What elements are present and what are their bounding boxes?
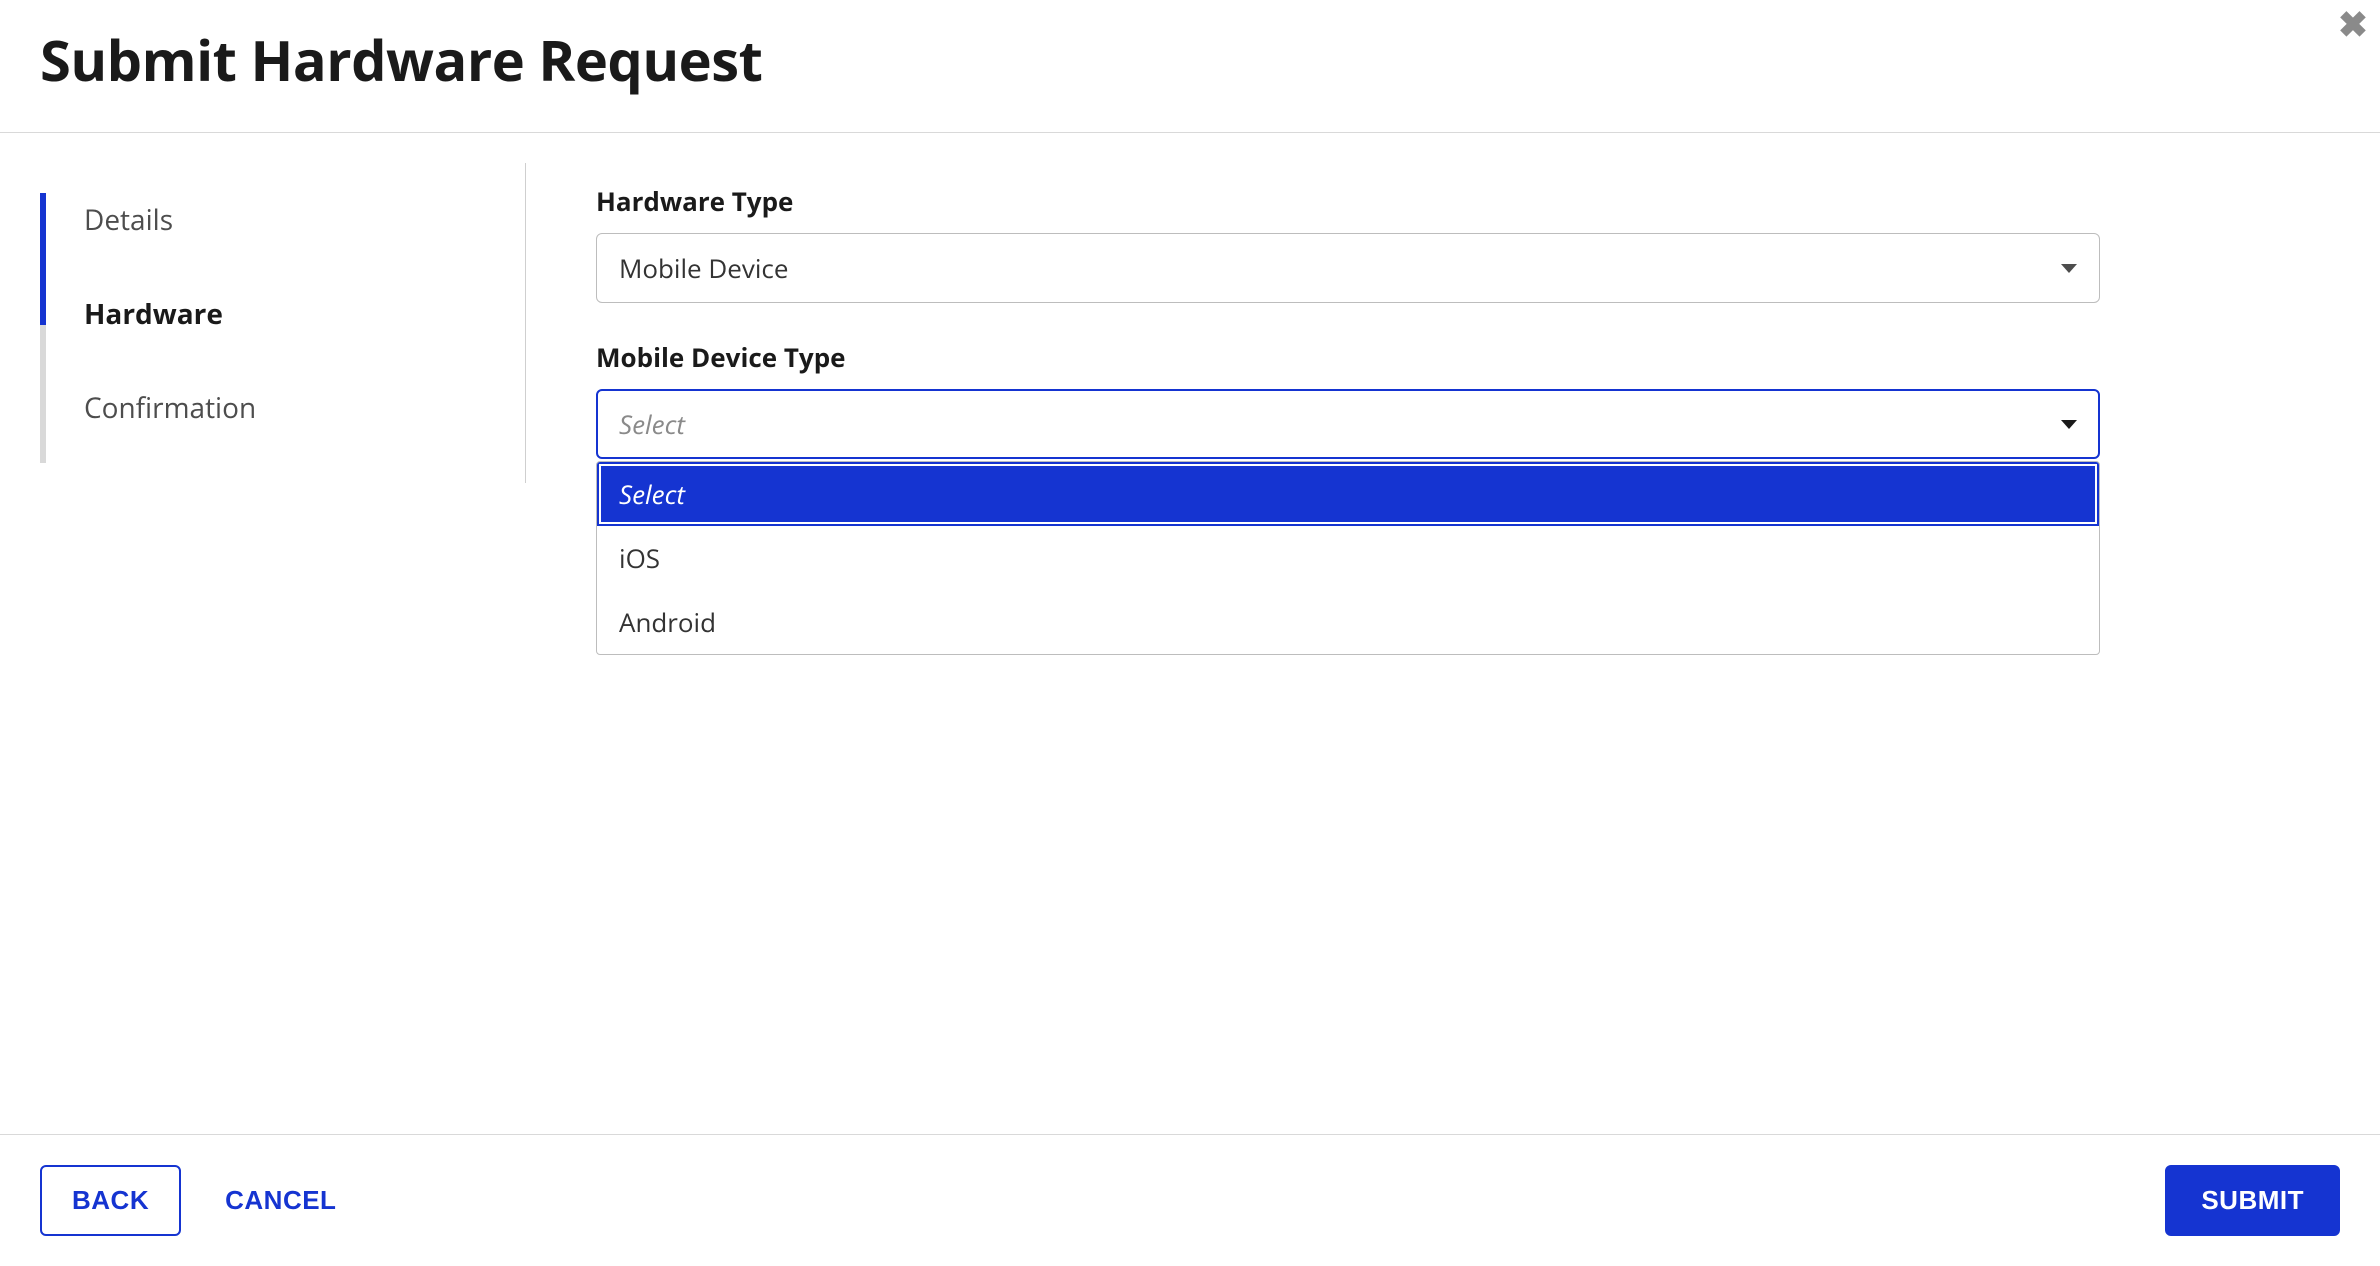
dropdown-option-ios[interactable]: iOS	[597, 526, 2099, 590]
hardware-type-field: Hardware Type Mobile Device	[596, 183, 2100, 303]
wizard-step-confirmation[interactable]: Confirmation	[84, 361, 525, 455]
wizard-step-details[interactable]: Details	[84, 173, 525, 267]
wizard-steps-sidebar: Details Hardware Confirmation	[0, 133, 525, 1134]
mobile-device-type-dropdown: Select iOS Android	[596, 461, 2100, 655]
mobile-device-type-field: Mobile Device Type Select Select iOS And…	[596, 339, 2100, 459]
back-button[interactable]: BACK	[40, 1165, 181, 1236]
hardware-type-label: Hardware Type	[596, 183, 2100, 219]
mobile-device-type-placeholder: Select	[619, 406, 685, 442]
close-icon[interactable]: ✖	[2338, 6, 2368, 42]
wizard-step-hardware[interactable]: Hardware	[84, 267, 525, 361]
wizard-progress-fill	[40, 193, 46, 325]
hardware-type-value: Mobile Device	[619, 250, 788, 286]
form-area: Hardware Type Mobile Device Mobile Devic…	[526, 133, 2380, 1134]
page-title: Submit Hardware Request	[40, 22, 2340, 98]
dropdown-option-android[interactable]: Android	[597, 590, 2099, 654]
hardware-type-select[interactable]: Mobile Device	[596, 233, 2100, 303]
chevron-down-icon	[2061, 264, 2077, 273]
main-content: Details Hardware Confirmation Hardware T…	[0, 133, 2380, 1134]
chevron-down-icon	[2061, 420, 2077, 429]
dialog-header: Submit Hardware Request ✖	[0, 0, 2380, 133]
mobile-device-type-label: Mobile Device Type	[596, 339, 2100, 375]
mobile-device-type-select[interactable]: Select	[596, 389, 2100, 459]
cancel-button[interactable]: CANCEL	[217, 1167, 344, 1234]
wizard-progress-rail	[40, 193, 46, 463]
dropdown-option-select[interactable]: Select	[597, 462, 2099, 526]
dialog-footer: BACK CANCEL SUBMIT	[0, 1134, 2380, 1266]
submit-button[interactable]: SUBMIT	[2165, 1165, 2340, 1236]
footer-left-actions: BACK CANCEL	[40, 1165, 344, 1236]
